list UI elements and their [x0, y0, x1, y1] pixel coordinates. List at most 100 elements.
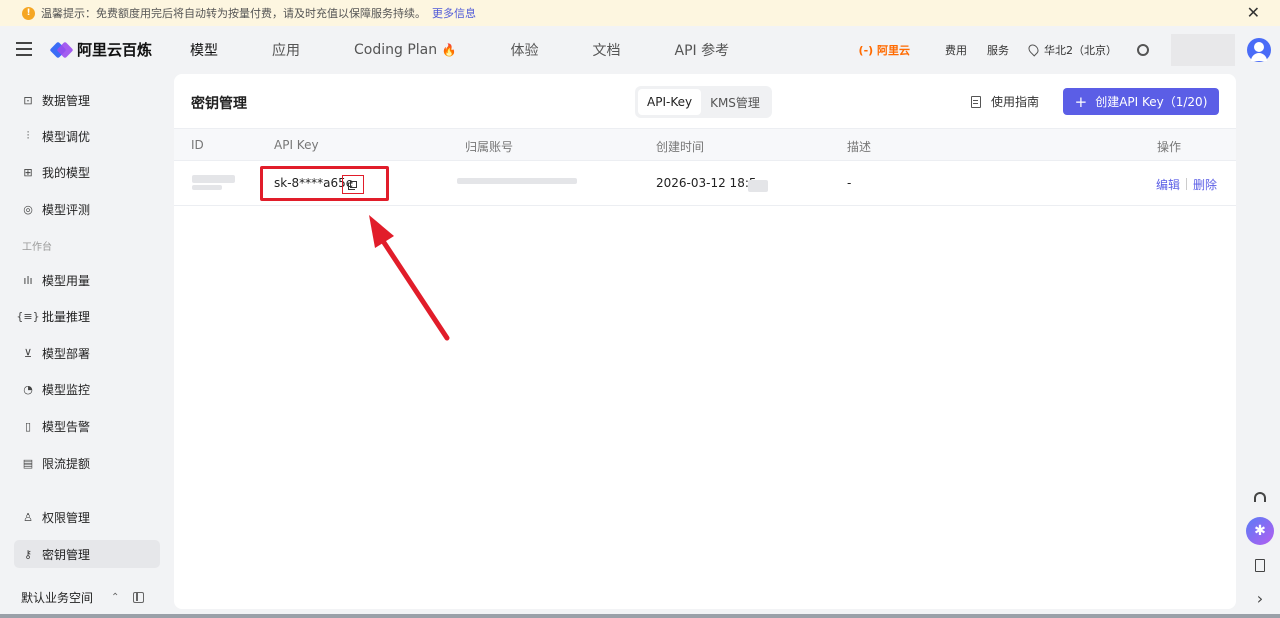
target-icon: ◎: [23, 202, 33, 216]
document-icon: [971, 95, 981, 108]
create-api-key-button[interactable]: + 创建API Key（1/20): [1063, 88, 1219, 115]
top-nav: 阿里云百炼 模型 应用 Coding Plan 🔥 体验 文档 API 参考 (…: [0, 26, 1280, 74]
grid-icon: ⊞: [23, 165, 33, 179]
edit-button[interactable]: 编辑: [1156, 176, 1180, 193]
alert-icon: ▯: [24, 419, 32, 433]
tab-kms[interactable]: KMS管理: [701, 89, 769, 115]
sidebar-item-label: 密钥管理: [42, 547, 91, 562]
brand-name: 阿里云百炼: [77, 41, 153, 59]
workspace-selector[interactable]: 默认业务空间 ⌃: [21, 589, 161, 606]
sidebar-item-permissions[interactable]: ♙ 权限管理: [14, 503, 160, 531]
sidebar-item-model-monitoring[interactable]: ◔ 模型监控: [14, 375, 160, 403]
user-icon: ♙: [23, 510, 33, 524]
nav-tabs: 模型 应用 Coding Plan 🔥 体验 文档 API 参考: [190, 26, 783, 74]
sidebar-item-label: 批量推理: [42, 309, 91, 324]
id-redacted: [192, 185, 222, 190]
page-title: 密钥管理: [191, 96, 247, 112]
copy-icon[interactable]: [342, 175, 364, 194]
usage-guide-label: 使用指南: [991, 95, 1040, 109]
usage-guide-link[interactable]: 使用指南: [971, 93, 1039, 110]
delete-button[interactable]: 删除: [1193, 176, 1217, 193]
notice-bar: ! 温馨提示：免费额度用完后将自动转为按量付费，请及时充值以保障服务持续。 更多…: [0, 0, 1280, 26]
account-redacted: [457, 178, 577, 184]
nav-tab-api-reference[interactable]: API 参考: [675, 40, 730, 60]
deploy-icon: ⊻: [23, 346, 33, 360]
column-header-api-key: API Key: [274, 138, 319, 152]
created-time: 2026-03-12 18:5: [656, 176, 757, 190]
user-avatar-icon[interactable]: [1247, 38, 1271, 62]
sidebar-item-label: 模型告警: [42, 419, 91, 434]
nav-tab-docs[interactable]: 文档: [593, 40, 621, 60]
brackets-icon: {≡}: [16, 309, 40, 323]
main-panel: 密钥管理 API-Key KMS管理 使用指南 + 创建API Key（1/20…: [174, 74, 1236, 609]
sidebar-item-label: 模型部署: [42, 346, 91, 361]
sidebar-item-model-evaluation[interactable]: ◎ 模型评测: [14, 195, 160, 223]
column-header-actions: 操作: [1157, 140, 1182, 154]
nav-fee-link[interactable]: 费用: [945, 42, 967, 58]
sidebar-item-label: 模型用量: [42, 273, 91, 288]
pie-chart-icon: ◔: [23, 382, 33, 396]
nav-tab-model[interactable]: 模型: [190, 40, 218, 60]
sidebar-item-data-management[interactable]: ⊡ 数据管理: [14, 86, 160, 114]
nav-tab-coding-plan-label: Coding Plan: [354, 42, 438, 58]
sidebar-item-model-deployment[interactable]: ⊻ 模型部署: [14, 339, 160, 367]
bottom-edge: [0, 614, 1280, 618]
chart-line-icon: ⊡: [23, 93, 33, 107]
aliyun-logo[interactable]: (-) 阿里云: [859, 42, 910, 58]
bailian-logo-icon: [49, 40, 74, 60]
notice-more-link[interactable]: 更多信息: [432, 5, 476, 21]
sidebar-item-label: 模型评测: [42, 202, 91, 217]
warning-icon: !: [22, 6, 35, 20]
sidebar-item-label: 我的模型: [42, 165, 91, 180]
table-header: ID API Key 归属账号 创建时间 描述 操作: [174, 128, 1236, 161]
ai-assistant-icon[interactable]: ✱: [1246, 517, 1274, 545]
nav-tab-apps[interactable]: 应用: [272, 40, 300, 60]
nav-tab-experience[interactable]: 体验: [511, 40, 539, 60]
action-divider: [1186, 178, 1187, 190]
collapse-sidebar-icon[interactable]: [133, 592, 145, 603]
flame-icon: 🔥: [441, 43, 457, 57]
sidebar-item-model-usage[interactable]: ılı 模型用量: [14, 266, 160, 294]
sidebar-item-label: 数据管理: [42, 93, 91, 108]
sidebar-item-rate-limit[interactable]: ▤ 限流提额: [14, 449, 160, 477]
sidebar-section-workbench: 工作台: [22, 242, 52, 253]
table-row: sk-8****a65e 2026-03-12 18:5 - 编辑 删除: [174, 161, 1236, 206]
column-header-created: 创建时间: [656, 140, 705, 154]
create-api-key-label: 创建API Key（1/20): [1095, 95, 1208, 109]
sidebar-item-key-management[interactable]: ⚷ 密钥管理: [14, 540, 160, 568]
notice-text: 温馨提示：免费额度用完后将自动转为按量付费，请及时充值以保障服务持续。: [41, 7, 426, 20]
sidebar: ⊡ 数据管理 ⫶ 模型调优 ⊞ 我的模型 ◎ 模型评测 工作台 ılı 模型用量…: [0, 74, 174, 618]
nav-tab-coding-plan[interactable]: Coding Plan 🔥: [354, 42, 457, 58]
sidebar-item-batch-inference[interactable]: {≡} 批量推理: [14, 302, 160, 330]
description-value: -: [847, 176, 852, 190]
id-redacted: [192, 175, 235, 183]
sliders-icon: ⫶: [26, 129, 30, 142]
file-icon[interactable]: [1251, 556, 1269, 574]
gear-icon[interactable]: [1137, 44, 1149, 56]
sidebar-item-model-alerts[interactable]: ▯ 模型告警: [14, 412, 160, 440]
plus-icon: +: [1074, 92, 1088, 111]
created-time-redacted: [748, 180, 768, 192]
highlight-box: [260, 166, 389, 201]
chevron-up-icon[interactable]: ⌃: [111, 592, 119, 603]
region-selector[interactable]: 华北2（北京）: [1026, 42, 1117, 58]
column-header-description: 描述: [847, 140, 872, 154]
database-icon: ▤: [22, 456, 34, 470]
close-icon[interactable]: ✕: [1247, 3, 1260, 22]
brand-logo[interactable]: 阿里云百炼: [49, 39, 153, 60]
workspace-label: 默认业务空间: [21, 591, 94, 605]
sidebar-item-my-models[interactable]: ⊞ 我的模型: [14, 158, 160, 186]
headset-icon[interactable]: [1251, 488, 1269, 506]
region-label: 华北2（北京）: [1044, 44, 1117, 57]
nav-service-link[interactable]: 服务: [987, 42, 1009, 58]
hamburger-menu-icon[interactable]: [16, 42, 32, 56]
sidebar-item-label: 权限管理: [42, 510, 91, 525]
sidebar-item-label: 模型监控: [42, 382, 91, 397]
tab-api-key[interactable]: API-Key: [638, 89, 702, 115]
chevron-right-icon[interactable]: ›: [1251, 589, 1269, 608]
column-header-id: ID: [191, 138, 204, 152]
column-header-account: 归属账号: [465, 140, 514, 154]
sidebar-item-model-tuning[interactable]: ⫶ 模型调优: [14, 122, 160, 150]
account-info-redacted: [1171, 34, 1235, 66]
location-pin-icon: [1026, 42, 1041, 57]
